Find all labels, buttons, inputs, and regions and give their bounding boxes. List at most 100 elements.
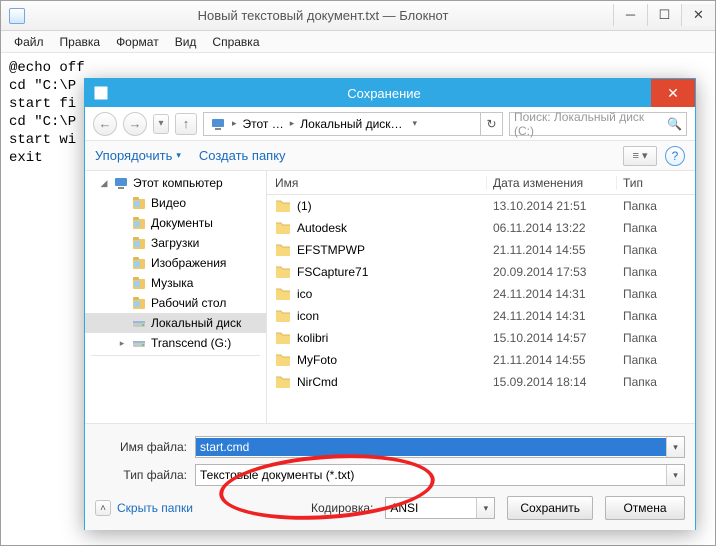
nav-history-button[interactable]: ▾ [153, 114, 169, 134]
file-type: Папка [617, 353, 695, 367]
file-name: NirCmd [297, 375, 338, 389]
file-date: 21.11.2014 14:55 [487, 353, 617, 367]
encoding-dropdown[interactable]: ▾ [476, 498, 494, 518]
folder-icon [275, 220, 291, 237]
breadcrumb-bar[interactable]: ▸ Этот … ▸ Локальный диск… ▾ ↻ [203, 112, 503, 136]
file-row[interactable]: NirCmd15.09.2014 18:14Папка [267, 371, 695, 393]
tree-item[interactable]: Изображения [85, 253, 266, 273]
tree-item[interactable]: Локальный диск [85, 313, 266, 333]
file-name: FSCapture71 [297, 265, 368, 279]
file-row[interactable]: kolibri15.10.2014 14:57Папка [267, 327, 695, 349]
file-type: Папка [617, 309, 695, 323]
chevron-down-icon[interactable]: ▾ [411, 118, 420, 129]
minimize-button[interactable]: ─ [613, 4, 647, 26]
tree-item[interactable]: Музыка [85, 273, 266, 293]
cancel-button[interactable]: Отмена [605, 496, 685, 520]
organize-button[interactable]: Упорядочить ▾ [95, 148, 181, 163]
folder-icon [275, 242, 291, 259]
chevron-right-icon: ▸ [230, 118, 239, 129]
folder-icon [275, 330, 291, 347]
menu-view[interactable]: Вид [168, 33, 204, 51]
filename-dropdown[interactable]: ▾ [666, 437, 684, 457]
folder-icon [275, 374, 291, 391]
file-row[interactable]: icon24.11.2014 14:31Папка [267, 305, 695, 327]
help-button[interactable]: ? [665, 146, 685, 166]
view-mode-button[interactable]: ≡ ▾ [623, 146, 657, 166]
tree-item[interactable]: Рабочий стол [85, 293, 266, 313]
filename-combo[interactable]: ▾ [195, 436, 685, 458]
nav-forward-button[interactable]: → [123, 112, 147, 136]
dialog-bottom-panel: Имя файла: ▾ Тип файла: Текстовые докуме… [85, 423, 695, 530]
chevron-down-icon: ▾ [176, 150, 181, 161]
refresh-button[interactable]: ↻ [480, 113, 502, 135]
encoding-label: Кодировка: [311, 501, 373, 515]
tree-item-label: Загрузки [151, 236, 199, 250]
tree-item[interactable]: Документы [85, 213, 266, 233]
dialog-titlebar: Сохранение ✕ [85, 79, 695, 107]
file-row[interactable]: Autodesk06.11.2014 13:22Папка [267, 217, 695, 239]
file-list-header[interactable]: Имя Дата изменения Тип [267, 171, 695, 195]
tree-item[interactable]: ▸Transcend (G:) [85, 333, 266, 353]
menu-format[interactable]: Формат [109, 33, 166, 51]
file-date: 24.11.2014 14:31 [487, 287, 617, 301]
file-name: ico [297, 287, 312, 301]
save-button[interactable]: Сохранить [507, 496, 593, 520]
file-type: Папка [617, 199, 695, 213]
close-button[interactable]: ✕ [681, 4, 715, 26]
folder-icon [275, 308, 291, 325]
tree-item[interactable]: Видео [85, 193, 266, 213]
file-row[interactable]: FSCapture7120.09.2014 17:53Папка [267, 261, 695, 283]
file-row[interactable]: MyFoto 21.11.2014 14:55Папка [267, 349, 695, 371]
address-bar-row: ← → ▾ ↑ ▸ Этот … ▸ Локальный диск… ▾ ↻ П… [85, 107, 695, 141]
tree-item-label: Музыка [151, 276, 193, 290]
col-type[interactable]: Тип [617, 176, 695, 190]
file-list[interactable]: Имя Дата изменения Тип (1)13.10.2014 21:… [267, 171, 695, 423]
filetype-dropdown[interactable]: ▾ [666, 465, 684, 485]
file-row[interactable]: (1)13.10.2014 21:51Папка [267, 195, 695, 217]
notepad-menubar: Файл Правка Формат Вид Справка [1, 31, 715, 53]
tree-item-label: Рабочий стол [151, 296, 226, 310]
save-dialog: Сохранение ✕ ← → ▾ ↑ ▸ Этот … ▸ Локальны… [84, 78, 696, 530]
dialog-title: Сохранение [117, 86, 651, 101]
menu-edit[interactable]: Правка [53, 33, 108, 51]
file-name: EFSTMPWP [297, 243, 365, 257]
library-icon [131, 255, 147, 271]
folder-icon [275, 264, 291, 281]
breadcrumb-path[interactable]: Локальный диск… [296, 117, 406, 131]
encoding-combo[interactable]: ANSI ▾ [385, 497, 495, 519]
new-folder-button[interactable]: Создать папку [199, 148, 286, 163]
menu-file[interactable]: Файл [7, 33, 51, 51]
col-name[interactable]: Имя [267, 176, 487, 190]
filename-input[interactable] [196, 438, 666, 456]
breadcrumb-root[interactable]: Этот … [239, 117, 288, 131]
nav-up-button[interactable]: ↑ [175, 113, 197, 135]
dialog-toolbar: Упорядочить ▾ Создать папку ≡ ▾ ? [85, 141, 695, 171]
file-row[interactable]: ico24.11.2014 14:31Папка [267, 283, 695, 305]
search-input[interactable]: Поиск: Локальный диск (C:) 🔍 [509, 112, 687, 136]
drive-icon [131, 335, 147, 351]
tree-item[interactable]: ◢Этот компьютер [85, 173, 266, 193]
file-type: Папка [617, 243, 695, 257]
nav-back-button[interactable]: ← [93, 112, 117, 136]
file-name: Autodesk [297, 221, 347, 235]
folder-icon [275, 352, 291, 369]
chevron-right-icon: ▸ [288, 118, 297, 129]
tree-toggle-icon[interactable]: ◢ [99, 178, 109, 189]
tree-item-label: Локальный диск [151, 316, 241, 330]
dialog-close-button[interactable]: ✕ [651, 79, 695, 107]
filetype-label: Тип файла: [95, 468, 195, 482]
file-row[interactable]: EFSTMPWP21.11.2014 14:55Папка [267, 239, 695, 261]
file-name: kolibri [297, 331, 328, 345]
library-icon [131, 195, 147, 211]
folder-tree[interactable]: ◢Этот компьютерВидеоДокументы Загрузки Изо… [85, 171, 267, 423]
col-date[interactable]: Дата изменения [487, 176, 617, 190]
file-type: Папка [617, 331, 695, 345]
tree-toggle-icon[interactable]: ▸ [117, 338, 127, 349]
tree-item[interactable]: Загрузки [85, 233, 266, 253]
hide-folders-toggle[interactable]: ˄ Скрыть папки [95, 500, 193, 516]
maximize-button[interactable]: ☐ [647, 4, 681, 26]
file-name: MyFoto [297, 353, 337, 367]
menu-help[interactable]: Справка [205, 33, 266, 51]
filetype-combo[interactable]: Текстовые документы (*.txt) ▾ [195, 464, 685, 486]
computer-icon [210, 116, 226, 132]
